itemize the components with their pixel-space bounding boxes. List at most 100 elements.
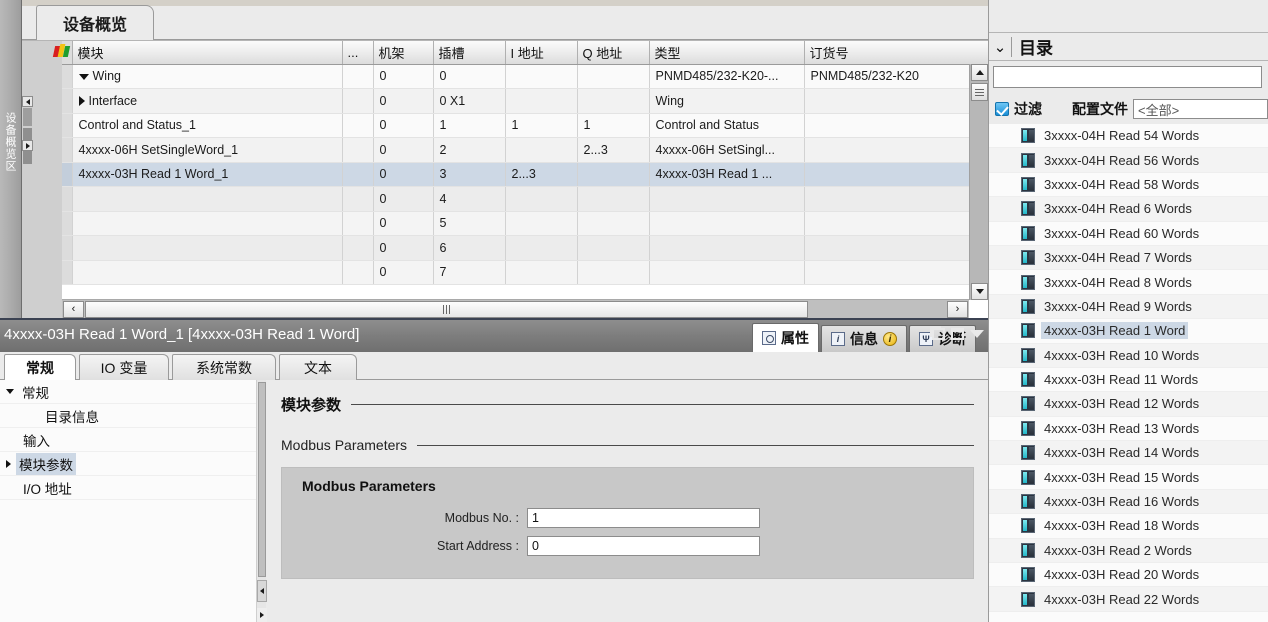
subtab-0[interactable]: 常规 [4,354,76,380]
cell-module[interactable]: Control and Status_1 [72,113,343,138]
cell-module[interactable]: Interface [72,88,343,114]
cell-dots[interactable] [342,137,374,163]
cell-i-address[interactable] [505,64,578,89]
table-row[interactable]: 4xxxx-03H Read 1 Word_1 0 3 2...3 4xxxx-03H … [22,162,1002,187]
table-splitter-controls[interactable] [22,96,34,196]
catalog-item[interactable]: 4xxxx-03H Read 15 Words [989,465,1268,490]
cell-i-address[interactable] [505,88,578,114]
nav-item-0[interactable]: 常规 [0,380,256,404]
table-row[interactable]: Interface 0 0 X1 Wing [22,88,1002,114]
cell-type[interactable] [649,211,805,236]
horizontal-scroll-track[interactable] [85,300,946,318]
table-row[interactable]: 05 [22,211,1002,236]
catalog-item[interactable]: 3xxxx-04H Read 7 Words [989,245,1268,271]
cell-type[interactable] [649,260,805,285]
chevron-down-icon[interactable] [6,389,14,394]
col-dots[interactable]: ... [342,41,374,65]
cell-slot[interactable]: 3 [433,162,506,187]
col-q-address[interactable]: Q 地址 [577,41,650,65]
cell-rack[interactable]: 0 [373,64,434,89]
cell-i-address[interactable] [505,235,578,261]
catalog-item[interactable]: 4xxxx-03H Read 22 Words [989,587,1268,612]
field-input-modbusno[interactable]: 1 [527,508,760,528]
vertical-scroll-thumb[interactable] [971,83,988,101]
cell-i-address[interactable]: 2...3 [505,162,578,187]
cell-i-address[interactable] [505,186,578,212]
cell-q-address[interactable] [577,211,650,236]
chevron-down-icon[interactable]: ⌄ [989,38,1011,56]
cell-q-address[interactable] [577,260,650,285]
cell-dots[interactable] [342,113,374,138]
profile-select[interactable]: <全部> [1133,99,1268,119]
properties-nav-scrollbar[interactable] [256,380,267,622]
cell-slot[interactable]: 0 X1 [433,88,506,114]
properties-tab-info[interactable]: i 信息 i [821,325,907,352]
cell-i-address[interactable] [505,260,578,285]
cell-dots[interactable] [342,64,374,89]
catalog-item[interactable]: 3xxxx-04H Read 9 Words [989,294,1268,320]
cell-q-address[interactable]: 2...3 [577,137,650,163]
col-rack[interactable]: 机架 [373,41,434,65]
cell-q-address[interactable] [577,64,650,89]
col-module[interactable]: 模块 [72,41,343,65]
cell-slot[interactable]: 7 [433,260,506,285]
cell-i-address[interactable]: 1 [505,113,578,138]
catalog-item[interactable]: 3xxxx-04H Read 8 Words [989,270,1268,295]
catalog-item[interactable]: 3xxxx-04H Read 56 Words [989,148,1268,173]
table-row[interactable]: 4xxxx-06H SetSingleWord_1 0 2 2...3 4xxxx-06… [22,137,1002,163]
catalog-item[interactable]: 4xxxx-03H Read 14 Words [989,441,1268,466]
cell-q-address[interactable]: 1 [577,113,650,138]
cell-rack[interactable]: 0 [373,235,434,261]
chevron-down-icon[interactable] [78,73,89,80]
cell-q-address[interactable] [577,235,650,261]
splitter-bar-upper[interactable] [23,108,32,126]
nav-item-1[interactable]: 目录信息 [0,404,256,428]
restore-icon[interactable] [930,326,945,340]
chevron-down-icon[interactable] [970,330,984,338]
col-slot[interactable]: 插槽 [433,41,506,65]
cell-i-address[interactable] [505,137,578,163]
subtab-3[interactable]: 文本 [279,354,357,380]
catalog-item[interactable]: 4xxxx-03H Read 20 Words [989,563,1268,588]
cell-q-address[interactable] [577,162,650,187]
table-row[interactable]: 07 [22,260,1002,285]
cell-slot[interactable]: 2 [433,137,506,163]
nav-item-3[interactable]: 模块参数 [0,452,256,476]
cell-rack[interactable]: 0 [373,186,434,212]
cell-type[interactable]: Wing [649,88,805,114]
catalog-item[interactable]: 3xxxx-04H Read 6 Words [989,197,1268,222]
subtab-1[interactable]: IO 变量 [79,354,169,380]
cell-module[interactable] [72,211,343,236]
cell-module[interactable] [72,260,343,285]
catalog-item[interactable]: 3xxxx-04H Read 54 Words [989,124,1268,149]
catalog-item[interactable]: 4xxxx-03H Read 11 Words [989,367,1268,393]
cell-dots[interactable] [342,88,374,114]
col-i-address[interactable]: I 地址 [505,41,578,65]
cell-module[interactable] [72,235,343,261]
table-row[interactable]: 04 [22,186,1002,212]
cell-q-address[interactable] [577,88,650,114]
nav-item-4[interactable]: I/O 地址 [0,476,256,500]
cell-type[interactable]: 4xxxx-03H Read 1 ... [649,162,805,187]
cell-rack[interactable]: 0 [373,162,434,187]
catalog-item[interactable]: 4xxxx-03H Read 2 Words [989,538,1268,564]
cell-rack[interactable]: 0 [373,211,434,236]
catalog-item[interactable]: 4xxxx-03H Read 18 Words [989,514,1268,539]
cell-rack[interactable]: 0 [373,88,434,114]
catalog-item[interactable]: 4xxxx-03H Read 12 Words [989,392,1268,417]
nav-scroll-thumb[interactable] [258,382,266,577]
cell-dots[interactable] [342,211,374,236]
table-vertical-scrollbar[interactable] [969,64,988,300]
cell-rack[interactable]: 0 [373,260,434,285]
table-horizontal-scrollbar[interactable]: ‹ › [62,299,969,318]
table-row[interactable]: 06 [22,235,1002,261]
properties-tab-properties[interactable]: 属性 [752,323,819,352]
cell-i-address[interactable] [505,211,578,236]
col-type[interactable]: 类型 [649,41,805,65]
horizontal-scroll-thumb[interactable] [85,300,809,318]
filter-checkbox[interactable] [995,102,1009,116]
table-row[interactable]: Control and Status_1 0 1 1 1 Control and Stat… [22,113,1002,138]
cell-type[interactable] [649,235,805,261]
cell-module[interactable]: 4xxxx-06H SetSingleWord_1 [72,137,343,163]
scroll-up-button[interactable] [971,64,988,81]
